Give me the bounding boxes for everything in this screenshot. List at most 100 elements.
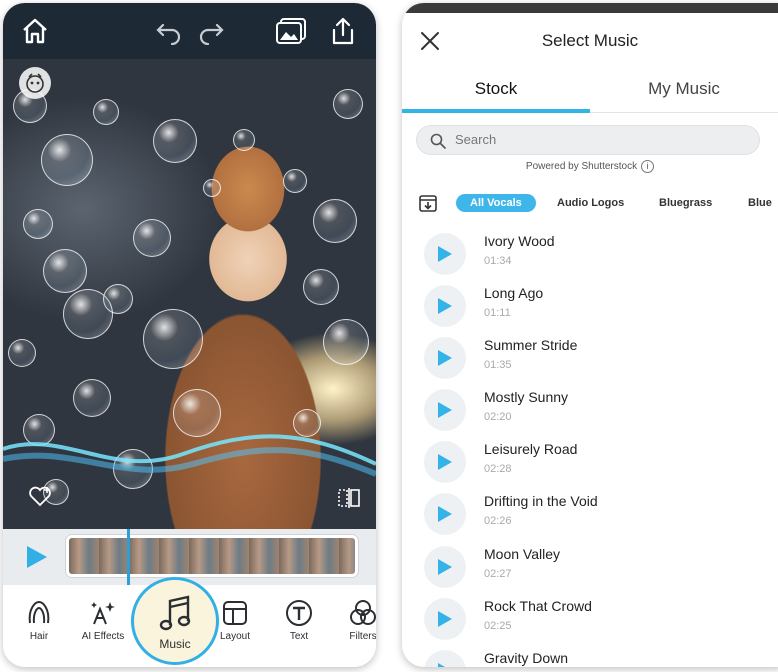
play-icon[interactable]	[23, 544, 49, 570]
search-bar[interactable]	[416, 125, 760, 155]
chip-blues[interactable]: Blue	[748, 194, 772, 212]
timeline-frames-strip[interactable]	[66, 535, 358, 577]
share-icon[interactable]	[325, 13, 361, 49]
song-duration: 02:28	[484, 463, 512, 475]
song-row[interactable]: Gravity Down	[402, 644, 778, 667]
bubble	[333, 89, 363, 119]
play-icon	[438, 611, 452, 627]
chip-all-vocals[interactable]: All Vocals	[456, 194, 536, 212]
music-source-tabs: Stock My Music	[402, 69, 778, 113]
sheet-title: Select Music	[541, 31, 639, 50]
text-icon	[286, 600, 312, 626]
song-title: Rock That Crowd	[484, 598, 592, 614]
tool-filters-label: Filters	[349, 631, 376, 642]
song-duration: 01:35	[484, 359, 512, 371]
bubble	[143, 309, 203, 369]
bubble	[41, 134, 93, 186]
song-play-button[interactable]	[424, 441, 466, 483]
song-duration: 01:34	[484, 255, 512, 267]
bubble	[153, 119, 197, 163]
tool-music-label: Music	[159, 637, 191, 651]
song-row[interactable]: Leisurely Road 02:28	[402, 435, 778, 487]
song-title: Summer Stride	[484, 337, 578, 353]
tool-ai-effects-label: AI Effects	[81, 631, 125, 642]
undo-icon[interactable]	[151, 13, 187, 49]
redo-icon[interactable]	[193, 13, 229, 49]
bubble	[43, 249, 87, 293]
play-icon	[438, 663, 445, 667]
song-play-button[interactable]	[424, 389, 466, 431]
song-title: Drifting in the Void	[484, 493, 598, 509]
layout-icon	[223, 601, 247, 625]
play-icon	[438, 246, 452, 262]
song-duration: 02:20	[484, 411, 512, 423]
tool-text-label: Text	[289, 631, 309, 642]
tool-hair[interactable]: Hair	[9, 599, 69, 642]
tool-layout[interactable]: Layout	[205, 599, 265, 642]
bubble	[8, 339, 36, 367]
tool-hair-label: Hair	[29, 631, 49, 642]
search-input[interactable]	[455, 132, 745, 147]
editor-bottom-toolbar: Hair AI Effects Music Layout Text Filter…	[3, 577, 376, 667]
song-play-button[interactable]	[424, 598, 466, 640]
chip-audio-logos[interactable]: Audio Logos	[557, 194, 624, 212]
powered-by-text: Powered by Shutterstock	[525, 161, 638, 172]
song-row[interactable]: Summer Stride 01:35	[402, 331, 778, 383]
tool-layout-label: Layout	[219, 631, 251, 642]
song-row[interactable]: Rock That Crowd 02:25	[402, 592, 778, 644]
song-duration: 02:25	[484, 620, 512, 632]
home-icon[interactable]	[17, 13, 53, 49]
song-duration: 02:27	[484, 568, 512, 580]
photo-canvas[interactable]	[3, 59, 376, 529]
video-timeline	[3, 529, 376, 585]
gallery-icon[interactable]	[273, 13, 309, 49]
song-play-button[interactable]	[424, 233, 466, 275]
song-play-button[interactable]	[424, 285, 466, 327]
song-title: Gravity Down	[484, 650, 569, 666]
play-icon	[438, 298, 452, 314]
play-icon	[438, 506, 452, 522]
song-duration: 02:26	[484, 515, 512, 527]
song-play-button[interactable]	[424, 493, 466, 535]
compare-icon[interactable]	[336, 485, 362, 511]
bubble	[63, 289, 113, 339]
favorite-add-icon[interactable]	[27, 483, 53, 509]
bubble	[73, 379, 111, 417]
song-row[interactable]: Ivory Wood 01:34	[402, 227, 778, 279]
play-icon	[438, 402, 452, 418]
bubble	[303, 269, 339, 305]
bubble	[233, 129, 255, 151]
song-row[interactable]: Drifting in the Void 02:26	[402, 487, 778, 539]
song-play-button[interactable]	[424, 337, 466, 379]
song-title: Moon Valley	[484, 546, 561, 562]
song-row[interactable]: Long Ago 01:11	[402, 279, 778, 331]
song-title: Leisurely Road	[484, 441, 578, 457]
bubble	[323, 319, 369, 365]
song-title: Mostly Sunny	[484, 389, 569, 405]
timeline-playhead[interactable]	[127, 529, 130, 585]
song-play-button[interactable]	[424, 546, 466, 588]
face-detect-icon[interactable]	[19, 67, 51, 99]
chip-bluegrass[interactable]: Bluegrass	[659, 194, 712, 212]
bubble	[93, 99, 119, 125]
active-tab-indicator	[402, 109, 590, 113]
song-row[interactable]: Mostly Sunny 02:20	[402, 383, 778, 435]
song-play-button[interactable]	[424, 650, 466, 667]
tab-my-music[interactable]: My Music	[590, 79, 778, 99]
hair-icon	[28, 600, 50, 624]
powered-by-line: Powered by Shutterstock i	[402, 160, 778, 173]
song-title: Long Ago	[484, 285, 544, 301]
download-box-icon[interactable]	[418, 193, 438, 213]
tool-filters[interactable]: Filters	[333, 599, 376, 642]
bubble	[283, 169, 307, 193]
info-icon[interactable]: i	[641, 160, 655, 173]
bubble	[203, 179, 221, 197]
sheet-header: Select Music	[402, 13, 778, 69]
song-row[interactable]: Moon Valley 02:27	[402, 540, 778, 592]
tab-stock[interactable]: Stock	[402, 79, 590, 99]
play-icon	[438, 350, 452, 366]
song-title: Ivory Wood	[484, 233, 555, 249]
tool-text[interactable]: Text	[269, 599, 329, 642]
editor-top-bar	[3, 3, 376, 59]
tool-ai-effects[interactable]: AI Effects	[73, 599, 133, 642]
